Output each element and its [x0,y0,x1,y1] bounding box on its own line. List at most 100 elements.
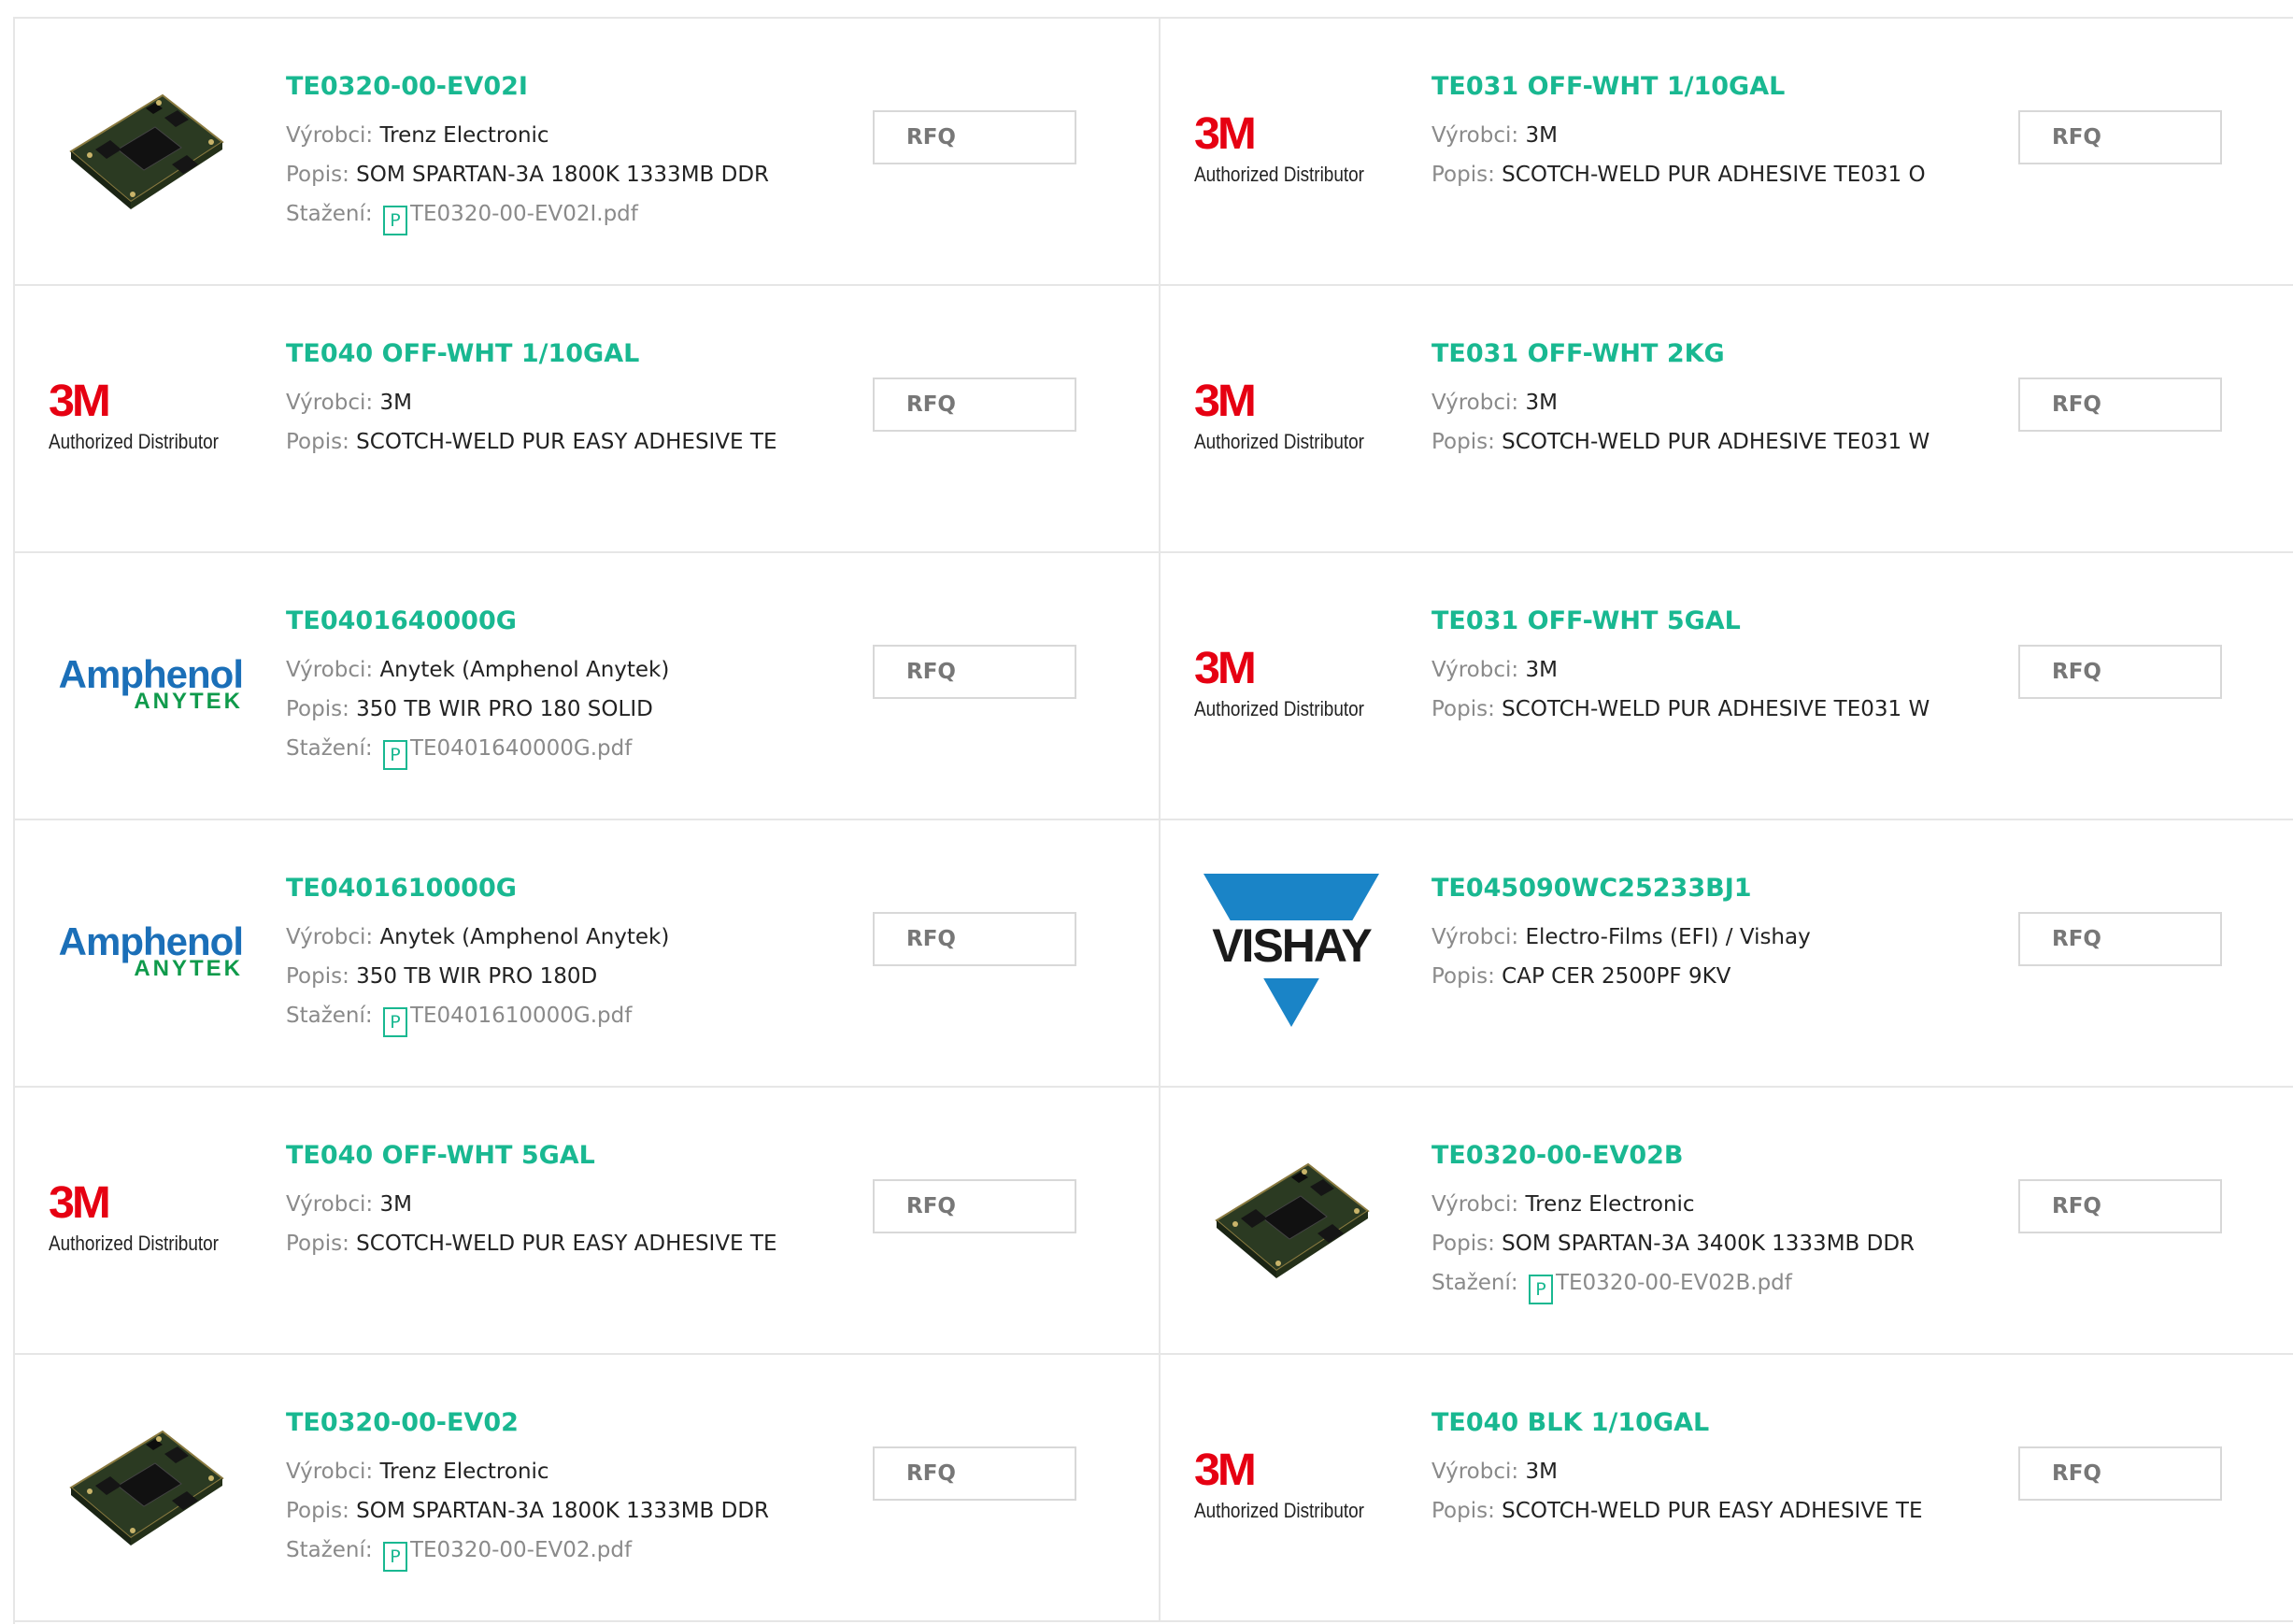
description-value: SCOTCH-WELD PUR ADHESIVE TE031 W [1502,430,1930,454]
logo-amphenol-anytek[interactable]: Amphenol ANYTEK [49,876,244,1026]
download-row: Stažení: P TE0401640000G.pdf [286,729,847,770]
manufacturer-label: Výrobci: [1431,658,1519,682]
manufacturer-value: 3M [1525,391,1558,415]
description-label: Popis: [286,163,349,187]
logo-amphenol-anytek[interactable]: Amphenol ANYTEK [49,609,244,759]
manufacturer-label: Výrobci: [1431,1460,1519,1484]
manufacturer-value: Anytek (Amphenol Anytek) [379,925,670,949]
logo-3m[interactable]: 3M Authorized Distributor [1194,1411,1389,1560]
product-name-link[interactable]: TE040 OFF-WHT 1/10GAL [286,336,847,372]
product-name-link[interactable]: TE040 OFF-WHT 5GAL [286,1138,847,1174]
product-info: TE040 BLK 1/10GAL Výrobci: 3M Popis: SCO… [1431,1405,1992,1531]
product-card-11: TE0320-00-EV02 Výrobci: Trenz Electronic… [15,1355,1161,1622]
description-row: Popis: SCOTCH-WELD PUR ADHESIVE TE031 W [1431,422,1992,462]
rfq-button[interactable]: RFQ [2018,645,2222,699]
description-label: Popis: [1431,964,1495,989]
datasheet-link[interactable]: TE0320-00-EV02.pdf [410,1538,632,1562]
datasheet-link[interactable]: TE0320-00-EV02B.pdf [1556,1271,1792,1295]
product-card-7: Amphenol ANYTEK TE0401610000G Výrobci: An… [15,820,1161,1088]
product-grid: TE0320-00-EV02I Výrobci: Trenz Electroni… [13,17,2293,1624]
rfq-button[interactable]: RFQ [2018,1179,2222,1233]
rfq-button[interactable]: RFQ [2018,912,2222,966]
manufacturer-row: Výrobci: Trenz Electronic [286,1452,847,1491]
description-label: Popis: [1431,697,1495,721]
circuit-board-image [69,93,224,209]
description-row: Popis: SOM SPARTAN-3A 1800K 1333MB DDR [286,155,847,194]
product-name-link[interactable]: TE0401640000G [286,604,847,639]
datasheet-link[interactable]: TE0320-00-EV02I.pdf [410,202,638,226]
product-name-link[interactable]: TE0401610000G [286,871,847,906]
manufacturer-value: Trenz Electronic [379,1460,549,1484]
product-name-link[interactable]: TE031 OFF-WHT 2KG [1431,336,1992,372]
description-row: Popis: 350 TB WIR PRO 180D [286,957,847,996]
rfq-button[interactable]: RFQ [2018,1446,2222,1501]
description-label: Popis: [1431,163,1495,187]
description-value: CAP CER 2500PF 9KV [1502,964,1731,989]
description-label: Popis: [286,697,349,721]
manufacturer-value: Anytek (Amphenol Anytek) [379,658,670,682]
rfq-button[interactable]: RFQ [873,1179,1076,1233]
datasheet-link[interactable]: TE0401640000G.pdf [410,736,632,761]
product-card-2: 3M Authorized Distributor TE031 OFF-WHT 1… [1161,19,2293,286]
rfq-button[interactable]: RFQ [873,645,1076,699]
manufacturer-label: Výrobci: [1431,1192,1519,1217]
manufacturer-label: Výrobci: [286,1460,374,1484]
product-info: TE0401640000G Výrobci: Anytek (Amphenol … [286,604,847,770]
description-value: SOM SPARTAN-3A 1800K 1333MB DDR [356,1499,770,1523]
product-name-link[interactable]: TE040 BLK 1/10GAL [1431,1405,1992,1441]
manufacturer-row: Výrobci: Electro-Films (EFI) / Vishay [1431,918,1992,957]
product-info: TE031 OFF-WHT 5GAL Výrobci: 3M Popis: SC… [1431,604,1992,729]
description-row: Popis: SOM SPARTAN-3A 1800K 1333MB DDR [286,1491,847,1531]
description-value: SCOTCH-WELD PUR ADHESIVE TE031 W [1502,697,1930,721]
logo-3m[interactable]: 3M Authorized Distributor [1194,609,1389,759]
logo-3m-mark: 3M [1194,377,1257,426]
manufacturer-row: Výrobci: 3M [1431,116,1992,155]
logo-3m[interactable]: 3M Authorized Distributor [49,1144,243,1293]
product-name-link[interactable]: TE0320-00-EV02B [1431,1138,1992,1174]
product-card-10: TE0320-00-EV02B Výrobci: Trenz Electroni… [1161,1088,2293,1355]
manufacturer-row: Výrobci: 3M [286,383,847,422]
description-label: Popis: [286,1499,349,1523]
product-name-link[interactable]: TE031 OFF-WHT 1/10GAL [1431,69,1992,105]
rfq-button[interactable]: RFQ [873,912,1076,966]
description-value: SCOTCH-WELD PUR ADHESIVE TE031 O [1502,163,1926,187]
logo-3m-subtitle: Authorized Distributor [1194,697,1364,720]
product-photo[interactable] [49,75,243,224]
logo-3m-subtitle: Authorized Distributor [1194,430,1364,453]
product-info: TE0320-00-EV02I Výrobci: Trenz Electroni… [286,69,847,235]
rfq-button[interactable]: RFQ [873,110,1076,164]
description-row: Popis: SOM SPARTAN-3A 3400K 1333MB DDR [1431,1224,1992,1263]
rfq-button[interactable]: RFQ [2018,378,2222,432]
logo-3m[interactable]: 3M Authorized Distributor [1194,342,1389,491]
manufacturer-label: Výrobci: [1431,123,1519,148]
product-name-link[interactable]: TE0320-00-EV02 [286,1405,847,1441]
rfq-button[interactable]: RFQ [2018,110,2222,164]
download-label: Stažení: [286,1004,373,1028]
product-info: TE040 OFF-WHT 5GAL Výrobci: 3M Popis: SC… [286,1138,847,1263]
product-photo[interactable] [49,1411,243,1560]
description-label: Popis: [1431,1232,1495,1256]
description-row: Popis: SCOTCH-WELD PUR EASY ADHESIVE TE [286,1224,847,1263]
logo-vishay-word: VISHAY [1212,919,1373,972]
product-info: TE040 OFF-WHT 1/10GAL Výrobci: 3M Popis:… [286,336,847,462]
product-name-link[interactable]: TE031 OFF-WHT 5GAL [1431,604,1992,639]
rfq-button[interactable]: RFQ [873,1446,1076,1501]
description-row: Popis: CAP CER 2500PF 9KV [1431,957,1992,996]
product-photo[interactable] [1194,1144,1389,1293]
logo-3m-subtitle: Authorized Distributor [1194,1499,1364,1522]
logo-3m-subtitle: Authorized Distributor [49,1232,219,1255]
product-name-link[interactable]: TE0320-00-EV02I [286,69,847,105]
logo-3m[interactable]: 3M Authorized Distributor [1194,75,1389,224]
description-value: SCOTCH-WELD PUR EASY ADHESIVE TE [1502,1499,1923,1523]
datasheet-link[interactable]: TE0401610000G.pdf [410,1004,632,1028]
product-info: TE031 OFF-WHT 1/10GAL Výrobci: 3M Popis:… [1431,69,1992,194]
manufacturer-row: Výrobci: 3M [286,1185,847,1224]
manufacturer-row: Výrobci: Trenz Electronic [1431,1185,1992,1224]
product-name-link[interactable]: TE045090WC25233BJ1 [1431,871,1992,906]
rfq-button[interactable]: RFQ [873,378,1076,432]
circuit-board-image [1215,1162,1370,1278]
logo-3m[interactable]: 3M Authorized Distributor [49,342,243,491]
product-info: TE0320-00-EV02B Výrobci: Trenz Electroni… [1431,1138,1992,1304]
logo-vishay[interactable]: VISHAY [1194,874,1389,1027]
manufacturer-label: Výrobci: [286,123,374,148]
